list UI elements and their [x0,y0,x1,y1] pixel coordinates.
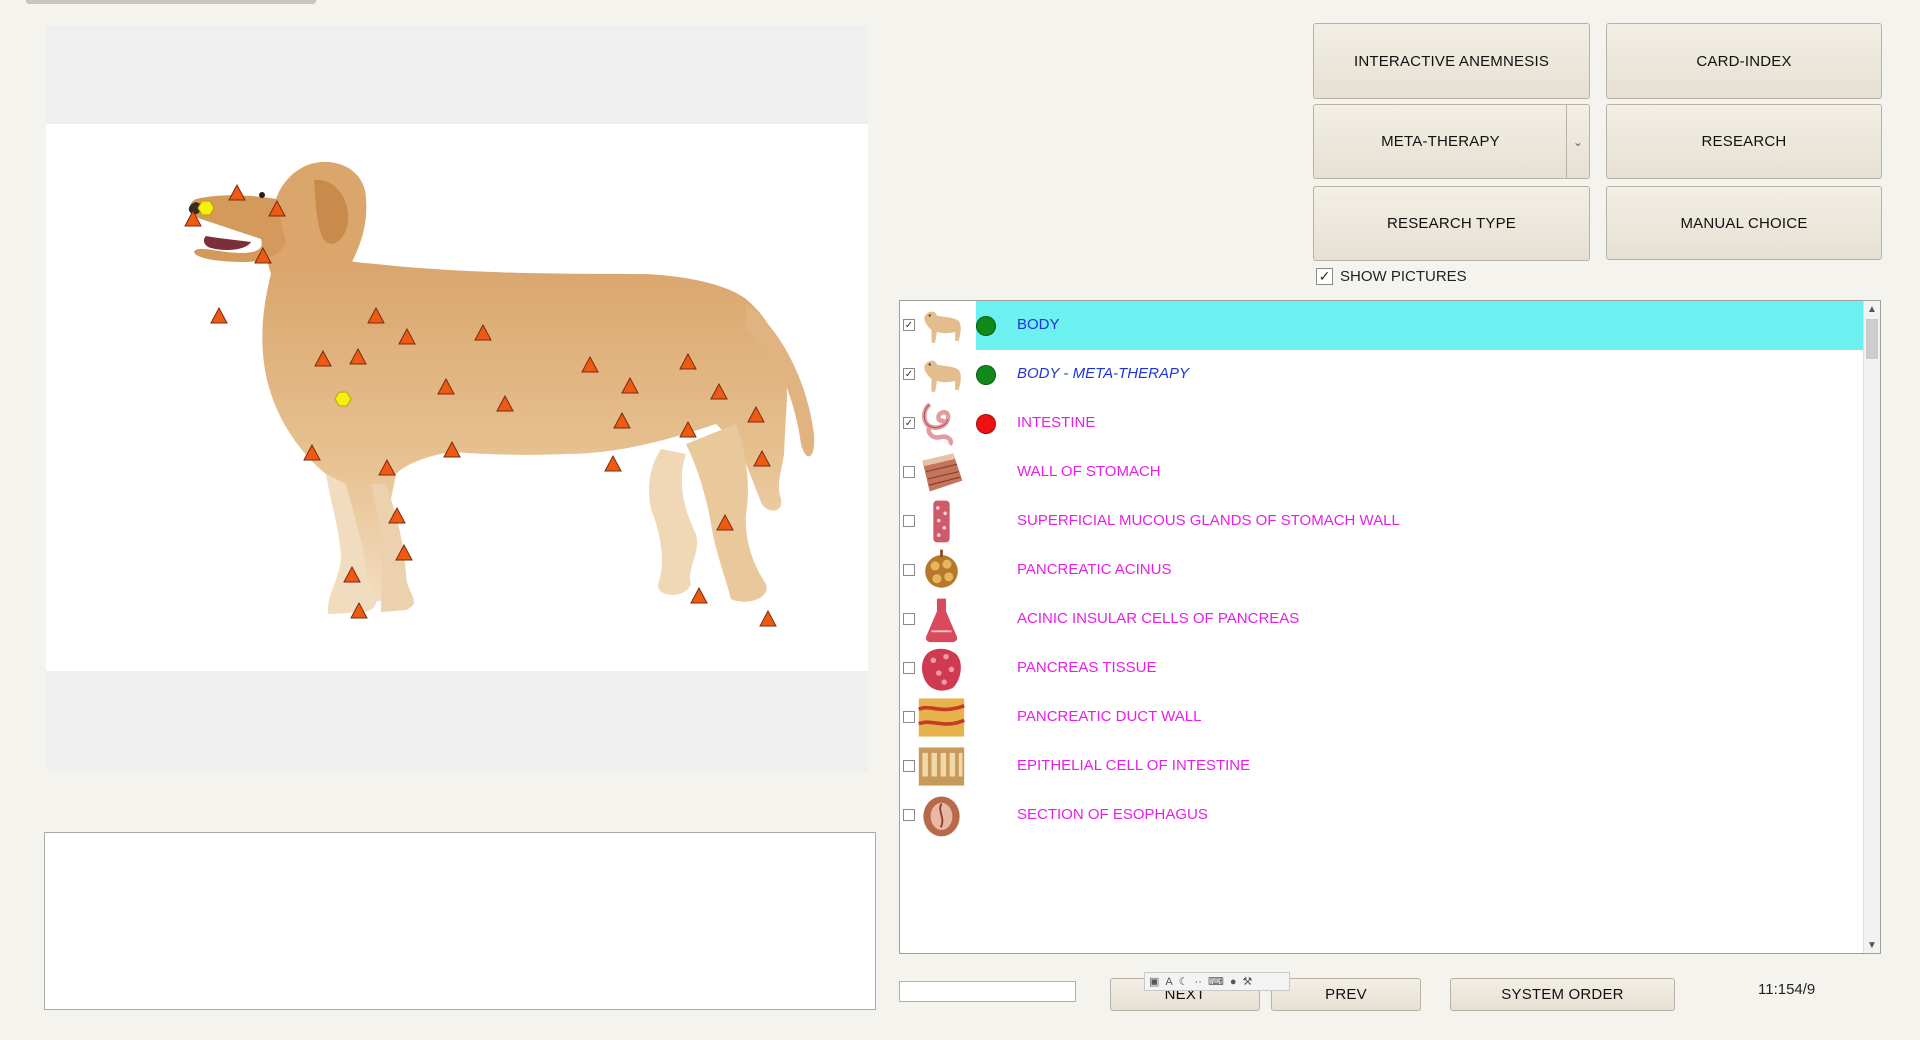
research-type-label: RESEARCH TYPE [1386,215,1517,232]
manual-choice-label: MANUAL CHOICE [1680,214,1808,232]
dog-illustration [184,161,815,627]
ime-moon-icon[interactable]: ☾ [1179,975,1189,988]
flask-thumbnail [917,595,971,644]
list-item-checkbox[interactable] [903,515,915,527]
point-marker-hexagon[interactable] [197,200,215,216]
tissue-thumbnail [917,448,971,497]
list-item[interactable]: EPITHELIAL CELL OF INTESTINE [900,742,1866,791]
ime-font-icon[interactable]: A [1165,976,1172,988]
status-indicator-green [976,365,996,385]
dog-thumbnail [917,350,971,399]
list-item[interactable]: PANCREATIC DUCT WALL [900,693,1866,742]
blob-thumbnail [917,644,971,693]
point-marker-triangle[interactable] [210,306,228,324]
interactive-anemnesis-label: INTERACTIVE ANEMNESIS [1353,52,1550,70]
point-marker-triangle[interactable] [228,183,246,201]
ime-toolbar[interactable]: ▣ A ☾ ·· ⌨ ● ⚒ [1144,972,1290,991]
list-item[interactable]: PANCREAS TISSUE [900,644,1866,693]
epithelial-thumbnail [917,742,971,791]
meta-therapy-split-button[interactable]: META-THERAPY ⌄ [1313,104,1590,179]
scroll-up-icon[interactable]: ▲ [1864,301,1880,317]
body-image-panel [46,26,868,771]
duct-thumbnail [917,693,971,742]
manual-choice-button[interactable]: MANUAL CHOICE [1606,186,1882,260]
list-item[interactable]: ACINIC INSULAR CELLS OF PANCREAS [900,595,1866,644]
point-marker-triangle[interactable] [690,586,708,604]
ime-dots-icon[interactable]: ·· [1195,976,1202,988]
list-item[interactable]: ✓ BODY - META-THERAPY [900,350,1866,399]
list-item-checkbox[interactable]: ✓ [903,417,915,429]
keyboard-icon[interactable]: ⌨ [1208,975,1224,988]
list-item-label: ACINIC INSULAR CELLS OF PANCREAS [1017,610,1300,627]
search-input[interactable] [899,981,1076,1002]
list-item[interactable]: SECTION OF ESOPHAGUS [900,791,1866,840]
list-item[interactable]: ✓ INTESTINE [900,399,1866,448]
list-item-label: SUPERFICIAL MUCOUS GLANDS OF STOMACH WAL… [1017,512,1400,529]
list-item-label: BODY - META-THERAPY [1017,365,1189,382]
research-button[interactable]: RESEARCH [1606,104,1882,179]
list-item-checkbox[interactable] [903,466,915,478]
list-item-checkbox[interactable]: ✓ [903,319,915,331]
list-item-label: EPITHELIAL CELL OF INTESTINE [1017,757,1251,774]
list-item-checkbox[interactable] [903,809,915,821]
ime-mode-icon[interactable]: ▣ [1149,975,1159,988]
list-item-label: PANCREATIC DUCT WALL [1017,708,1202,725]
list-item-checkbox[interactable] [903,760,915,772]
scroll-thumb[interactable] [1866,319,1878,359]
list-item[interactable]: ✓ BODY [900,301,1866,350]
wrench-icon[interactable]: ⚒ [1243,975,1253,988]
window-tab-edge [26,0,316,4]
research-type-button[interactable]: RESEARCH TYPE [1313,186,1590,261]
list-item-checkbox[interactable] [903,564,915,576]
status-indicator-green [976,316,996,336]
list-item-label: BODY [1017,316,1060,333]
show-pictures-checkbox[interactable]: ✓ [1316,267,1333,285]
dog-image[interactable] [46,124,868,671]
point-marker-triangle[interactable] [604,454,622,472]
dog-thumbnail [917,301,971,350]
card-index-button[interactable]: CARD-INDEX [1606,23,1882,99]
user-icon[interactable]: ● [1230,976,1237,988]
meta-therapy-label: META-THERAPY [1381,133,1500,150]
selection-highlight [976,301,1866,350]
intestine-thumbnail [917,399,971,448]
notes-text-area[interactable] [44,832,876,1010]
card-index-label: CARD-INDEX [1696,52,1792,70]
organ-list: ✓ BODY ✓ BODY - META-THERAPY ✓ INTESTINE WALL … [899,300,1881,954]
list-item-label: PANCREAS TISSUE [1017,659,1157,676]
point-marker-triangle[interactable] [759,609,777,627]
meta-therapy-button[interactable]: META-THERAPY [1314,105,1567,178]
list-item[interactable]: SUPERFICIAL MUCOUS GLANDS OF STOMACH WAL… [900,497,1866,546]
system-order-label: SYSTEM ORDER [1501,986,1624,1003]
list-item-label: WALL OF STOMACH [1017,463,1161,480]
status-indicator-red [976,414,996,434]
gland-thumbnail [917,497,971,546]
show-pictures-option[interactable]: ✓ SHOW PICTURES [1316,266,1467,286]
list-item-label: SECTION OF ESOPHAGUS [1017,806,1208,823]
list-item-checkbox[interactable] [903,711,915,723]
acinus-thumbnail [917,546,971,595]
interactive-anemnesis-button[interactable]: INTERACTIVE ANEMNESIS [1313,23,1590,99]
esophagus-thumbnail [917,791,971,840]
scroll-down-icon[interactable]: ▼ [1864,937,1880,953]
point-marker-hexagon[interactable] [334,391,352,407]
list-item-checkbox[interactable] [903,662,915,674]
list-scrollbar[interactable]: ▲ ▼ [1863,301,1880,953]
research-label: RESEARCH [1701,133,1787,150]
list-item[interactable]: PANCREATIC ACINUS [900,546,1866,595]
list-item-label: INTESTINE [1017,414,1096,431]
prev-label: PREV [1325,986,1367,1003]
list-item-checkbox[interactable]: ✓ [903,368,915,380]
prev-button[interactable]: PREV [1271,978,1421,1011]
system-order-button[interactable]: SYSTEM ORDER [1450,978,1675,1011]
counter-display: 11:154/9 [1758,981,1816,998]
list-item-label: PANCREATIC ACINUS [1017,561,1172,578]
list-item[interactable]: WALL OF STOMACH [900,448,1866,497]
chevron-down-icon[interactable]: ⌄ [1566,105,1589,178]
list-item-checkbox[interactable] [903,613,915,625]
show-pictures-label: SHOW PICTURES [1340,267,1467,285]
